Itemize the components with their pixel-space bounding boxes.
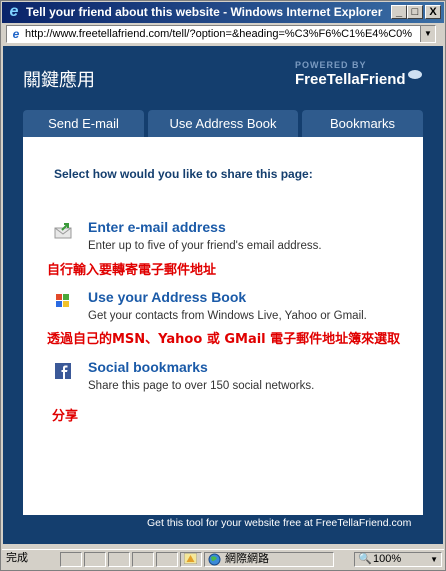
maximize-button[interactable]: □ [407, 5, 423, 19]
powered-by-label: POWERED BY [295, 60, 367, 70]
tab-send-email[interactable]: Send E-mail [23, 110, 144, 137]
status-panel-5 [156, 552, 178, 567]
tab-bar: Send E-mail Use Address Book Bookmarks [23, 110, 423, 137]
url-text: http://www.freetellafriend.com/tell/?opt… [25, 28, 413, 40]
address-bar: e http://www.freetellafriend.com/tell/?o… [2, 24, 444, 45]
share-panel: Select how would you like to share this … [23, 137, 423, 515]
chevron-down-icon: ▼ [430, 555, 438, 564]
zone-label: 網際網路 [225, 553, 269, 565]
close-button[interactable]: X [425, 5, 441, 19]
status-bar: 完成 網際網路 🔍 100% ▼ [2, 549, 444, 570]
option-address-book-description: Get your contacts from Windows Live, Yah… [88, 310, 367, 322]
logo-text: FreeTellaFriend [295, 71, 406, 88]
status-panel-3 [108, 552, 130, 567]
status-panel-2 [84, 552, 106, 567]
status-panel-4 [132, 552, 154, 567]
mail-icon [54, 223, 72, 239]
status-panel-1 [60, 552, 82, 567]
zoom-control[interactable]: 🔍 100% ▼ [354, 552, 442, 567]
facebook-icon [54, 363, 72, 379]
browser-window: e Tell your friend about this website - … [0, 0, 446, 571]
zoom-level: 100% [373, 553, 402, 565]
title-bar[interactable]: e Tell your friend about this website - … [2, 2, 444, 23]
tab-address-book[interactable]: Use Address Book [148, 110, 298, 137]
warning-icon [180, 552, 202, 567]
security-zone: 網際網路 [204, 552, 334, 567]
minimize-button[interactable]: _ [391, 5, 407, 19]
footer-promo-link[interactable]: Get this tool for your website free at F… [147, 517, 411, 529]
option-email-description: Enter up to five of your friend's email … [88, 240, 322, 252]
window-title: Tell your friend about this website - Wi… [26, 5, 383, 19]
ie-page-icon: e [12, 27, 20, 41]
option-email-title[interactable]: Enter e-mail address [88, 219, 226, 235]
option-social-bookmarks-title[interactable]: Social bookmarks [88, 359, 208, 375]
windows-icon [54, 293, 72, 309]
option-address-book-title[interactable]: Use your Address Book [88, 289, 246, 305]
annotation-share: 分享 [52, 409, 79, 424]
tab-bookmarks[interactable]: Bookmarks [302, 110, 423, 137]
ie-icon: e [9, 3, 19, 20]
annotation-address-book: 透過自己的MSN、Yahoo 或 GMail 電子郵件地址簿來選取 [47, 332, 401, 347]
freetellafriend-logo: FreeTellaFriend [295, 70, 422, 88]
share-instruction: Select how would you like to share this … [54, 167, 313, 181]
annotation-email: 自行輸入要轉寄電子郵件地址 [47, 263, 217, 278]
status-text: 完成 [6, 552, 28, 564]
page-title: 關鍵應用 [23, 70, 95, 91]
option-social-bookmarks-description: Share this page to over 150 social netwo… [88, 380, 315, 392]
magnifier-icon: 🔍 [358, 553, 372, 565]
globe-icon [208, 553, 221, 566]
url-field[interactable]: e http://www.freetellafriend.com/tell/?o… [6, 25, 436, 43]
speech-bubble-icon [407, 70, 422, 79]
chevron-down-icon[interactable]: ▼ [420, 26, 435, 42]
page-content: 關鍵應用 POWERED BY FreeTellaFriend Send E-m… [3, 46, 443, 544]
